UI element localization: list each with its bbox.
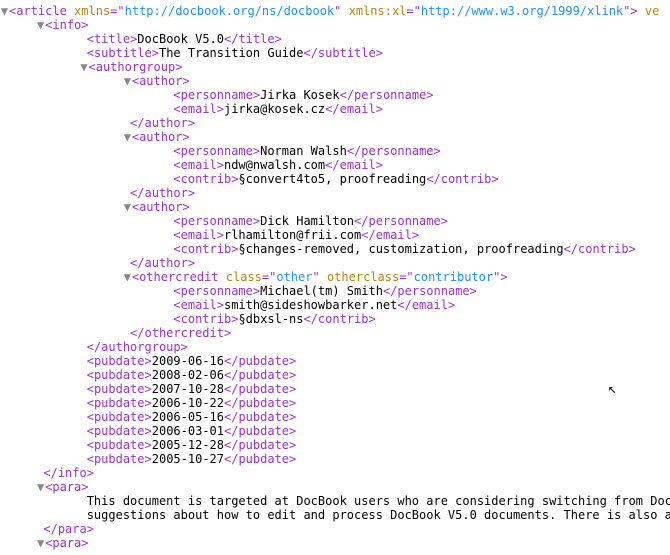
xml-row[interactable]: <pubdate>2007-10-28</pubdate> xyxy=(0,382,670,396)
text-node: jirka@kosek.cz xyxy=(224,102,325,116)
xml-row[interactable]: <email>rlhamilton@frii.com</email> xyxy=(0,228,670,242)
text-node: The Transition Guide xyxy=(159,46,304,60)
xml-row[interactable]: <title>DocBook V5.0</title> xyxy=(0,32,670,46)
xml-row[interactable]: <email>smith@sideshowbarker.net</email> xyxy=(0,298,670,312)
xml-row[interactable]: ▼<author> xyxy=(0,130,670,144)
text-node: rlhamilton@frii.com xyxy=(224,228,361,242)
fold-twisty[interactable]: ▼ xyxy=(123,200,132,214)
xml-row[interactable]: <pubdate>2008-02-06</pubdate> xyxy=(0,368,670,382)
xml-row[interactable]: ▼<info> xyxy=(0,18,670,32)
xml-row[interactable]: ▼<authorgroup> xyxy=(0,60,670,74)
xml-row[interactable]: <pubdate>2005-10-27</pubdate> xyxy=(0,452,670,466)
xml-row[interactable]: </authorgroup> xyxy=(0,340,670,354)
xml-row[interactable]: </othercredit> xyxy=(0,326,670,340)
xml-row[interactable]: <personname>Jirka Kosek</personname> xyxy=(0,88,670,102)
xml-row[interactable]: ▼<othercredit class="other" otherclass="… xyxy=(0,270,670,284)
xml-row[interactable]: </author> xyxy=(0,116,670,130)
xml-row[interactable]: <email>ndw@nwalsh.com</email> xyxy=(0,158,670,172)
fold-twisty[interactable]: ▼ xyxy=(123,270,132,284)
text-node: Norman Walsh xyxy=(260,144,347,158)
text-node: §changes-removed, customization, proofre… xyxy=(238,242,563,256)
xml-row[interactable]: </info> xyxy=(0,466,670,480)
xml-row[interactable]: <pubdate>2006-03-01</pubdate> xyxy=(0,424,670,438)
text-node: 2005-10-27 xyxy=(152,452,224,466)
xml-row[interactable]: </author> xyxy=(0,186,670,200)
text-node: DocBook V5.0 xyxy=(137,32,224,46)
text-node: 2006-10-22 xyxy=(152,396,224,410)
text-node: 2006-03-01 xyxy=(152,424,224,438)
fold-twisty[interactable]: ▼ xyxy=(36,18,45,32)
xml-row[interactable]: <contrib>§dbxsl-ns</contrib> xyxy=(0,312,670,326)
xml-row[interactable]: suggestions about how to edit and proces… xyxy=(0,508,670,522)
text-node: ndw@nwalsh.com xyxy=(224,158,325,172)
xml-row[interactable]: ▼<para> xyxy=(0,480,670,494)
xml-row[interactable]: <pubdate>2006-10-22</pubdate> xyxy=(0,396,670,410)
xml-row[interactable]: <personname>Dick Hamilton</personname> xyxy=(0,214,670,228)
xml-row[interactable]: <personname>Michael(tm) Smith</personnam… xyxy=(0,284,670,298)
fold-twisty[interactable]: ▼ xyxy=(123,130,132,144)
text-node: Michael(tm) Smith xyxy=(260,284,383,298)
xml-row[interactable]: <contrib>§convert4to5, proofreading</con… xyxy=(0,172,670,186)
text-node: §convert4to5, proofreading xyxy=(238,172,426,186)
xml-row[interactable]: This document is targeted at DocBook use… xyxy=(0,494,670,508)
text-node: 2006-05-16 xyxy=(152,410,224,424)
xml-row[interactable]: ▼<para> xyxy=(0,536,670,550)
xml-row[interactable]: <personname>Norman Walsh</personname> xyxy=(0,144,670,158)
xml-row[interactable]: ▼<author> xyxy=(0,74,670,88)
xml-row[interactable]: ▼<author> xyxy=(0,200,670,214)
xml-row[interactable]: ▼<article xmlns="http://docbook.org/ns/d… xyxy=(0,4,670,18)
xml-row[interactable]: </para> xyxy=(0,522,670,536)
text-node: Jirka Kosek xyxy=(260,88,339,102)
text-node: smith@sideshowbarker.net xyxy=(224,298,397,312)
xml-row[interactable]: <subtitle>The Transition Guide</subtitle… xyxy=(0,46,670,60)
fold-twisty[interactable]: ▼ xyxy=(0,4,9,18)
text-node: suggestions about how to edit and proces… xyxy=(87,508,670,522)
xml-row[interactable]: <contrib>§changes-removed, customization… xyxy=(0,242,670,256)
text-node: 2008-02-06 xyxy=(152,368,224,382)
fold-twisty[interactable]: ▼ xyxy=(36,480,45,494)
text-node: 2009-06-16 xyxy=(152,354,224,368)
fold-twisty[interactable]: ▼ xyxy=(36,536,45,550)
text-node: 2005-12-28 xyxy=(152,438,224,452)
xml-row[interactable]: <pubdate>2009-06-16</pubdate> xyxy=(0,354,670,368)
xml-row[interactable]: </author> xyxy=(0,256,670,270)
text-node: Dick Hamilton xyxy=(260,214,354,228)
xml-row[interactable]: <email>jirka@kosek.cz</email> xyxy=(0,102,670,116)
xml-tree-view[interactable]: ▼<article xmlns="http://docbook.org/ns/d… xyxy=(0,0,670,550)
text-node: §dbxsl-ns xyxy=(238,312,303,326)
text-node: This document is targeted at DocBook use… xyxy=(87,494,670,508)
xml-row[interactable]: <pubdate>2005-12-28</pubdate> xyxy=(0,438,670,452)
text-node: 2007-10-28 xyxy=(152,382,224,396)
fold-twisty[interactable]: ▼ xyxy=(79,60,88,74)
fold-twisty[interactable]: ▼ xyxy=(123,74,132,88)
xml-row[interactable]: <pubdate>2006-05-16</pubdate> xyxy=(0,410,670,424)
